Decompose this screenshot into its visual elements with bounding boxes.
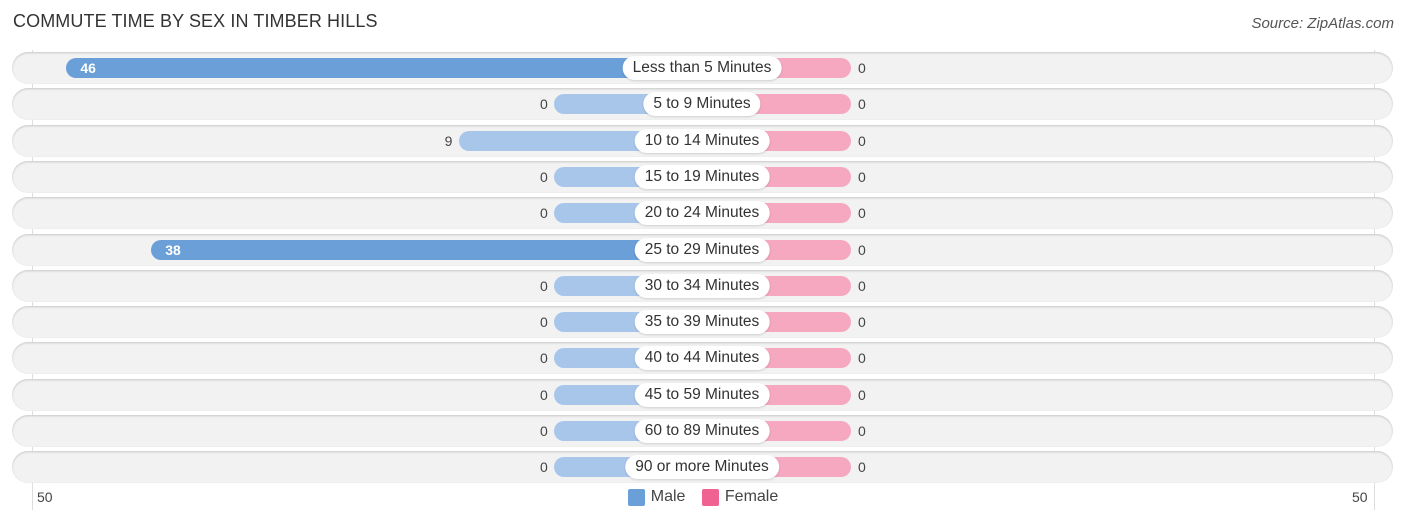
value-label-female: 0 (858, 205, 866, 222)
value-label-male: 0 (540, 277, 548, 294)
value-label-male: 38 (165, 241, 181, 258)
value-label-male: 0 (540, 168, 548, 185)
legend-swatch-male (627, 488, 645, 506)
value-label-male: 0 (540, 314, 548, 331)
value-label-male: 0 (540, 423, 548, 439)
category-label: 25 to 29 Minutes (634, 237, 770, 262)
value-label-male: 0 (540, 350, 548, 367)
category-label: 40 to 44 Minutes (634, 346, 770, 371)
value-label-male: 0 (540, 205, 548, 222)
value-label-male: 0 (540, 459, 548, 476)
value-label-female: 0 (858, 168, 866, 185)
legend: Male Female (0, 488, 1406, 511)
chart-title: COMMUTE TIME BY SEX IN TIMBER HILLS (13, 11, 378, 31)
category-label: 45 to 59 Minutes (634, 382, 770, 407)
value-label-female: 0 (858, 277, 866, 294)
value-label-female: 0 (858, 350, 866, 367)
value-label-female: 0 (858, 60, 866, 76)
category-label: 90 or more Minutes (625, 455, 779, 480)
value-label-male: 9 (444, 132, 453, 149)
value-label-female: 0 (858, 386, 866, 403)
category-label: Less than 5 Minutes (622, 56, 782, 80)
value-label-female: 0 (858, 132, 866, 149)
value-label-female: 0 (858, 241, 866, 258)
value-label-female: 0 (858, 314, 866, 331)
legend-label-male: Male (650, 488, 686, 505)
value-label-female: 0 (858, 459, 866, 476)
legend-item-male[interactable]: Male (627, 488, 686, 506)
value-label-female: 0 (858, 96, 866, 113)
category-label: 10 to 14 Minutes (634, 128, 770, 153)
category-label: 20 to 24 Minutes (634, 201, 770, 226)
value-label-male: 0 (540, 96, 548, 113)
source-label: Source: ZipAtlas.com (1251, 15, 1394, 32)
category-label: 30 to 34 Minutes (634, 273, 770, 298)
bar-male[interactable] (66, 58, 702, 78)
value-label-male: 0 (540, 386, 548, 403)
category-label: 35 to 39 Minutes (634, 310, 770, 335)
category-label: 5 to 9 Minutes (643, 92, 761, 117)
legend-label-female: Female (724, 488, 779, 505)
category-label: 60 to 89 Minutes (634, 419, 770, 443)
legend-swatch-female (701, 488, 719, 506)
category-label: 15 to 19 Minutes (634, 164, 770, 189)
value-label-female: 0 (858, 423, 866, 439)
value-label-male: 46 (80, 60, 96, 76)
bar-male[interactable] (151, 239, 702, 260)
legend-item-female[interactable]: Female (701, 488, 779, 506)
